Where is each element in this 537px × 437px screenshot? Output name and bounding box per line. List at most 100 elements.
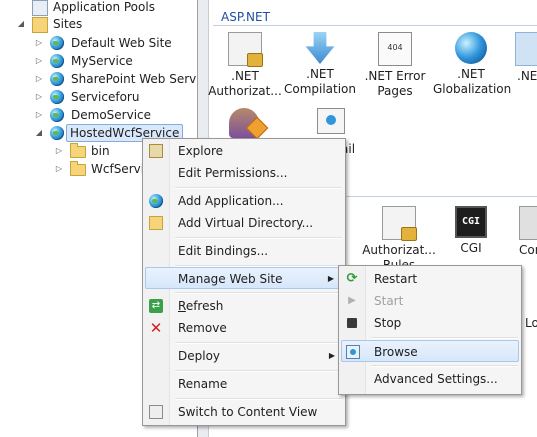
expand-arrow-icon[interactable]: ▷ [34, 52, 44, 70]
cgi-icon: CGI [455, 206, 487, 238]
feature-label: Com [519, 243, 537, 257]
menu-item-start[interactable]: ▶ Start [341, 290, 519, 312]
menu-item-label: Restart [374, 272, 418, 286]
sites-folder-icon [32, 17, 48, 33]
expand-arrow-icon[interactable]: ▷ [34, 70, 44, 88]
feature-label: .NET [231, 69, 259, 83]
menu-item-explore[interactable]: Explore [145, 140, 343, 162]
context-menu: Explore Edit Permissions... Add Applicat… [142, 138, 346, 426]
tree-item-label: Default Web Site [71, 36, 172, 50]
app-pool-icon [32, 0, 48, 16]
menu-item-label: Advanced Settings... [374, 372, 498, 386]
globe-icon [50, 72, 64, 86]
menu-item-advanced-settings[interactable]: Advanced Settings... [341, 368, 519, 390]
feature-label-lo[interactable]: Lo [525, 316, 537, 330]
expand-arrow-icon[interactable]: ▷ [54, 142, 64, 160]
expand-arrow-icon[interactable]: ▷ [34, 106, 44, 124]
mail-icon [317, 108, 345, 134]
add-virtual-directory-icon [149, 216, 163, 230]
feature-net-authorization[interactable]: .NET Authorizat... [207, 32, 283, 99]
globe-icon [50, 108, 64, 122]
start-icon: ▶ [348, 295, 356, 306]
group-header-aspnet[interactable]: ASP.NET [221, 10, 270, 24]
feature-net-compilation[interactable]: .NET Compilation [282, 32, 358, 97]
feature-label: Authorizat... [362, 243, 436, 257]
authorization-rules-icon [382, 206, 417, 241]
expand-arrow-icon[interactable]: ▷ [34, 88, 44, 106]
explore-icon [149, 144, 163, 158]
menu-separator [371, 337, 518, 339]
menu-separator [175, 187, 342, 189]
menu-item-browse[interactable]: Browse [341, 340, 519, 362]
tree-item-label: Sites [53, 17, 83, 31]
feature-label: CGI [460, 241, 482, 255]
menu-item-switch-to-content-view[interactable]: Switch to Content View [145, 401, 343, 423]
menu-item-label: Edit Permissions... [178, 166, 288, 180]
feature-label: Pages [377, 84, 413, 98]
menu-item-label: Switch to Content View [178, 405, 318, 419]
compilation-icon [305, 32, 335, 64]
menu-item-label: Edit Bindings... [178, 244, 269, 258]
menu-item-label: Deploy [178, 349, 221, 363]
menu-item-label: Manage Web Site [178, 272, 283, 286]
feature-cgi[interactable]: CGI CGI [433, 206, 509, 256]
feature-net-globalization[interactable]: .NET Globalization [433, 32, 512, 97]
globe-icon [50, 36, 64, 50]
globe-icon [326, 115, 336, 125]
menu-item-label: Browse [374, 345, 418, 359]
stop-icon [347, 318, 357, 328]
feature-authorization-rules[interactable]: Authorizat... Rules [361, 206, 437, 273]
menu-item-rename[interactable]: Rename [145, 373, 343, 395]
menu-item-add-application[interactable]: Add Application... [145, 190, 343, 212]
expand-arrow-icon[interactable]: ▷ [54, 160, 64, 178]
feature-label: .NE [517, 69, 537, 83]
collapse-arrow-icon[interactable]: ◢ [34, 124, 44, 142]
menu-item-edit-bindings[interactable]: Edit Bindings... [145, 240, 343, 262]
folder-icon [70, 161, 86, 176]
folder-icon [70, 143, 86, 158]
menu-separator [175, 370, 342, 372]
menu-item-remove[interactable]: ✕ Remove [145, 317, 343, 339]
menu-item-label: Refresh [178, 299, 224, 313]
menu-separator [175, 398, 342, 400]
tree-item-label: bin [91, 144, 110, 158]
browse-icon [346, 345, 360, 359]
globe-icon [50, 126, 64, 140]
manage-web-site-submenu: ⟳ Restart ▶ Start Stop Browse Advanced S… [338, 265, 522, 395]
feature-label: .NET [457, 67, 485, 81]
menu-item-restart[interactable]: ⟳ Restart [341, 268, 519, 290]
feature-label: Compilation [283, 82, 357, 96]
feature-label: Authorizat... [208, 84, 282, 98]
submenu-arrow-icon: ▶ [327, 274, 334, 283]
feature-label: Globalization [433, 82, 512, 96]
menu-item-label: Rename [178, 377, 228, 391]
menu-item-manage-web-site[interactable]: Manage Web Site ▶ [145, 267, 343, 289]
group-divider [213, 25, 537, 26]
feature-label: .NET Error [364, 69, 426, 83]
restart-icon: ⟳ [346, 271, 358, 286]
menu-item-label: Explore [178, 144, 224, 158]
menu-item-label: Stop [374, 316, 402, 330]
authorization-icon [228, 32, 263, 67]
menu-item-label: Start [374, 294, 404, 308]
expand-arrow-icon[interactable]: ▷ [34, 34, 44, 52]
add-application-icon [149, 194, 163, 208]
partial-icon [519, 206, 537, 240]
menu-item-label: Add Application... [178, 194, 284, 208]
feature-partial-com[interactable]: Com [509, 206, 537, 258]
globe-icon [50, 54, 64, 68]
menu-item-deploy[interactable]: Deploy ▶ [145, 345, 343, 367]
menu-item-label: Add Virtual Directory... [178, 216, 314, 230]
menu-item-add-virtual-directory[interactable]: Add Virtual Directory... [145, 212, 343, 234]
submenu-arrow-icon: ▶ [328, 351, 335, 360]
menu-item-stop[interactable]: Stop [341, 312, 519, 334]
tree-item-label: MyService [71, 54, 133, 68]
feature-partial[interactable]: .NE [505, 32, 537, 84]
menu-item-label: Remove [178, 321, 227, 335]
menu-item-edit-permissions[interactable]: Edit Permissions... [145, 162, 343, 184]
menu-item-refresh[interactable]: ⇄ Refresh [145, 295, 343, 317]
feature-net-error-pages[interactable]: 404 .NET Error Pages [357, 32, 433, 99]
globalization-icon [455, 32, 487, 64]
feature-label: .NET [306, 67, 334, 81]
collapse-arrow-icon[interactable]: ◢ [16, 15, 26, 33]
